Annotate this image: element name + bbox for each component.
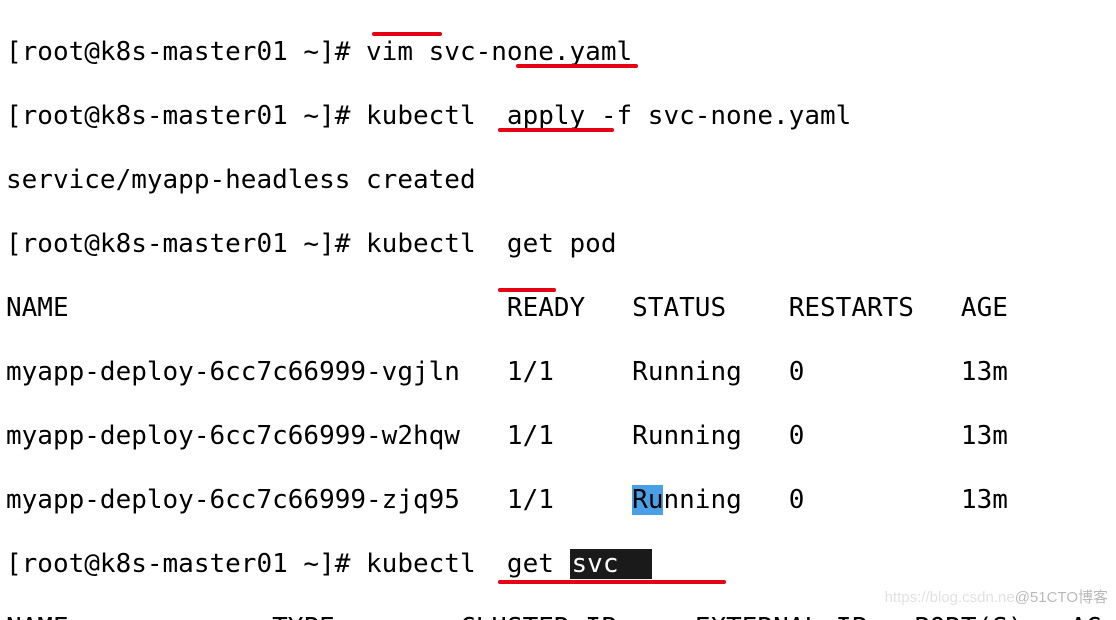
cmd-apply: kubectl apply -f svc-none.yaml [366,101,851,131]
prompt: [root@k8s-master01 ~]# [6,101,366,131]
watermark-text: @51CTO博客 [1015,589,1108,606]
cmd-getsvc-pre: kubectl get [366,549,570,579]
red-underline [498,288,556,292]
prompt: [root@k8s-master01 ~]# [6,549,366,579]
red-underline [498,580,726,584]
pod-ready: 1/1 [507,485,554,515]
pod-restarts: 0 [789,421,805,451]
col-status: STATUS [632,293,726,323]
red-underline [516,64,638,68]
cmd-getpod: kubectl get pod [366,229,616,259]
cmd-line-getpod: [root@k8s-master01 ~]# kubectl get pod [6,228,1110,260]
pod-row: myapp-deploy-6cc7c66999-vgjln 1/1 Runnin… [6,356,1110,388]
cmd-getsvc-sel: svc [570,549,652,579]
col-eip: EXTERNAL-IP [695,613,867,620]
prompt: [root@k8s-master01 ~]# [6,229,366,259]
output-apply: service/myapp-headless created [6,164,1110,196]
apply-output-text: service/myapp-headless created [6,165,476,195]
cmd-line-getsvc: [root@k8s-master01 ~]# kubectl get svc [6,548,1110,580]
pod-name: myapp-deploy-6cc7c66999-vgjln [6,357,460,387]
pod-name: myapp-deploy-6cc7c66999-w2hqw [6,421,460,451]
pod-status: Running [632,421,742,451]
pod-name: myapp-deploy-6cc7c66999-zjq95 [6,485,460,515]
col-name: NAME [6,293,69,323]
pod-status: Running [632,357,742,387]
col-name: NAME [6,613,69,620]
red-underline [498,128,614,132]
pod-age: 13m [961,485,1008,515]
col-restarts: RESTARTS [789,293,914,323]
pod-row: myapp-deploy-6cc7c66999-w2hqw 1/1 Runnin… [6,420,1110,452]
cmd-vim: vim svc-none.yaml [366,37,632,67]
col-age: AG [1071,613,1102,620]
pod-ready: 1/1 [507,421,554,451]
col-age: AGE [961,293,1008,323]
watermark-faint: https://blog.csdn.ne [885,589,1015,606]
terminal-output[interactable]: [root@k8s-master01 ~]# vim svc-none.yaml… [0,0,1116,620]
col-type: TYPE [272,613,335,620]
pod-ready: 1/1 [507,357,554,387]
pod-header-row: NAME READY STATUS RESTARTS AGE [6,292,1110,324]
col-ports: PORT(S) [914,613,1024,620]
pod-status-highlight: Ru [632,485,663,515]
red-underline [372,32,442,36]
col-ready: READY [507,293,585,323]
pod-row: myapp-deploy-6cc7c66999-zjq95 1/1 Runnin… [6,484,1110,516]
col-cip: CLUSTER-IP [460,613,617,620]
pod-restarts: 0 [789,485,805,515]
prompt: [root@k8s-master01 ~]# [6,37,366,67]
watermark: https://blog.csdn.ne@51CTO博客 [885,582,1108,614]
pod-age: 13m [961,421,1008,451]
pod-age: 13m [961,357,1008,387]
pod-status-rest: nning [663,485,741,515]
pod-restarts: 0 [789,357,805,387]
